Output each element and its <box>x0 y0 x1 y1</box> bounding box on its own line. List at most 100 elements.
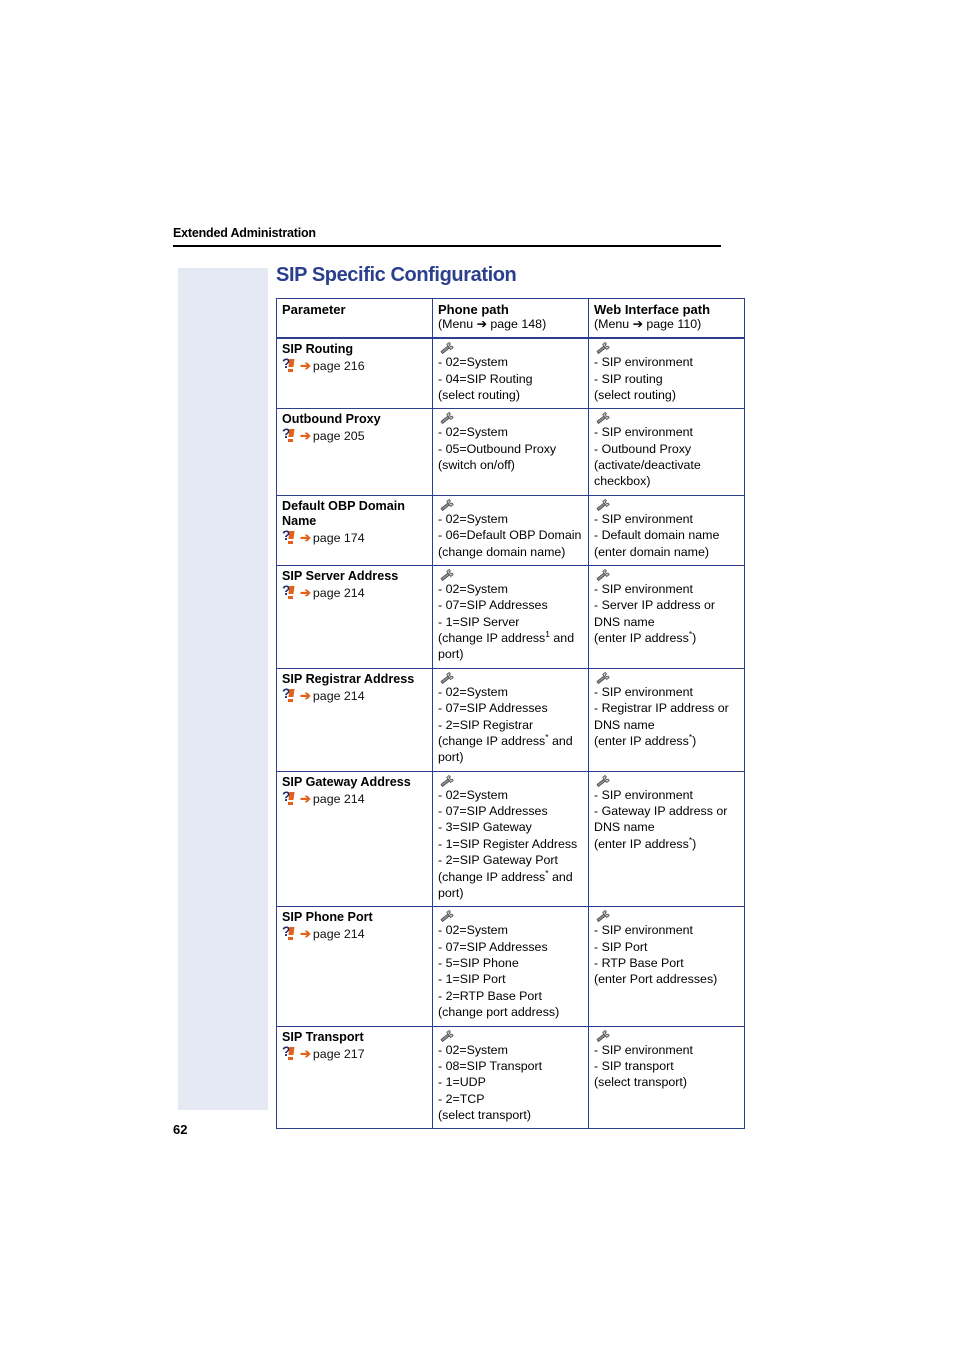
column-header-web-path-label: Web Interface path <box>594 302 711 317</box>
column-header-parameter-label: Parameter <box>282 302 346 317</box>
page-reference-label: page 214 <box>312 791 365 806</box>
arrow-icon: ➔ <box>300 790 311 806</box>
path-step: - Server IP address or DNS name <box>594 598 715 629</box>
page-reference[interactable]: ? ➔ page 214 <box>282 789 427 808</box>
path-step: - Gateway IP address or DNS name <box>594 804 728 835</box>
path-step: - SIP transport <box>594 1058 674 1073</box>
page-number: 62 <box>173 1122 188 1137</box>
parameter-cell: SIP Gateway Address? ➔ page 214 <box>276 770 433 908</box>
page-reference-label: page 214 <box>312 927 365 942</box>
page-reference[interactable]: ? ➔ page 214 <box>282 924 427 943</box>
table-row: SIP Registrar Address? ➔ page 214 - 02=Sys… <box>276 667 745 772</box>
web-path-cell: - SIP environment - Default domain name (e… <box>588 494 745 566</box>
path-step: (activate/deactivate checkbox) <box>594 458 701 489</box>
parameter-name: Outbound Proxy <box>282 412 381 427</box>
arrow-icon: ➔ <box>300 926 311 942</box>
parameter-cell: SIP Server Address? ➔ page 214 <box>276 564 433 669</box>
path-step: - 06=Default OBP Domain <box>438 528 582 543</box>
parameter-name: SIP Routing <box>282 342 354 357</box>
column-header-web-path: Web Interface path (Menu ➔ page 110) <box>588 298 745 340</box>
path-step: - 2=SIP Registrar <box>438 717 534 732</box>
help-reference-icon: ? <box>282 924 297 941</box>
path-step: (switch on/off) <box>438 458 515 473</box>
path-step: - SIP Port <box>594 939 648 954</box>
path-step: - 07=SIP Addresses <box>438 939 548 954</box>
page-reference[interactable]: ? ➔ page 205 <box>282 426 427 445</box>
page-reference[interactable]: ? ➔ page 216 <box>282 356 427 375</box>
page-title: SIP Specific Configuration <box>276 264 517 286</box>
help-reference-icon: ? <box>282 528 297 545</box>
parameter-cell: Outbound Proxy? ➔ page 205 <box>276 408 433 496</box>
path-step: - SIP environment <box>594 923 693 938</box>
path-step: - 02=System <box>438 1042 508 1057</box>
path-step: - 3=SIP Gateway <box>438 820 532 835</box>
path-step: (enter IP address*) <box>594 731 697 748</box>
web-path-cell: - SIP environment - Registrar IP address … <box>588 667 745 772</box>
path-step: (enter IP address*) <box>594 628 697 646</box>
sip-configuration-table: Parameter Phone path (Menu ➔ page 148) W… <box>276 298 745 1130</box>
path-step: - SIP routing <box>594 371 663 386</box>
phone-path-cell: - 02=System - 04=SIP Routing (select routi… <box>432 337 589 410</box>
arrow-icon: ➔ <box>300 687 311 703</box>
parameter-cell: SIP Phone Port? ➔ page 214 <box>276 906 433 1027</box>
path-step: - 2=RTP Base Port <box>438 988 542 1003</box>
page-reference-label: page 214 <box>312 688 365 703</box>
phone-path-cell: - 02=System - 07=SIP Addresses - 3=SIP Gat… <box>432 770 589 908</box>
path-step: (select transport) <box>438 1108 531 1123</box>
path-step: - Outbound Proxy <box>594 441 692 456</box>
page-reference[interactable]: ? ➔ page 217 <box>282 1044 427 1063</box>
path-step: (select routing) <box>594 387 676 402</box>
table-row: SIP Phone Port? ➔ page 214 - 02=System - 07… <box>276 906 745 1027</box>
path-step: (change port address) <box>438 1005 560 1020</box>
path-step: - 02=System <box>438 355 508 370</box>
path-step: - 1=SIP Register Address <box>438 836 578 851</box>
parameter-cell: SIP Transport? ➔ page 217 <box>276 1025 433 1130</box>
running-head: Extended Administration <box>173 226 316 240</box>
parameter-name: SIP Transport <box>282 1029 364 1044</box>
arrow-icon: ➔ <box>300 585 311 601</box>
path-step: - SIP environment <box>594 425 693 440</box>
page-reference-label: page 205 <box>312 429 365 444</box>
column-header-web-path-sub: (Menu ➔ page 110) <box>594 317 702 332</box>
phone-path-cell: - 02=System - 05=Outbound Proxy (switch on… <box>432 408 589 496</box>
table-row: SIP Transport? ➔ page 217 - 02=System - 08=… <box>276 1025 745 1130</box>
help-reference-icon: ? <box>282 583 297 600</box>
path-step: - SIP environment <box>594 787 693 802</box>
running-head-rule <box>173 245 721 247</box>
path-step: - RTP Base Port <box>594 956 684 971</box>
page-reference-label: page 217 <box>312 1046 365 1061</box>
table-row: SIP Routing? ➔ page 216 - 02=System - 04=SI… <box>276 337 745 410</box>
web-path-cell: - SIP environment - SIP Port - RTP Base Po… <box>588 906 745 1027</box>
path-step: - SIP environment <box>594 511 693 526</box>
page-reference[interactable]: ? ➔ page 214 <box>282 583 427 602</box>
page-reference[interactable]: ? ➔ page 214 <box>282 686 427 705</box>
phone-path-cell: - 02=System - 08=SIP Transport - 1=UDP - 2=… <box>432 1025 589 1130</box>
arrow-icon: ➔ <box>300 428 311 444</box>
path-step: - 1=SIP Port <box>438 972 506 987</box>
table-row: Outbound Proxy? ➔ page 205 - 02=System - 05… <box>276 408 745 496</box>
path-step: - 07=SIP Addresses <box>438 701 548 716</box>
sidebar-color-band <box>178 268 268 1110</box>
column-header-phone-path-sub: (Menu ➔ page 148) <box>438 317 547 332</box>
web-path-cell: - SIP environment - SIP transport (select … <box>588 1025 745 1130</box>
path-step: - 08=SIP Transport <box>438 1058 543 1073</box>
arrow-icon: ➔ <box>300 1045 311 1061</box>
path-step: - SIP environment <box>594 355 693 370</box>
phone-path-cell: - 02=System - 07=SIP Addresses - 1=SIP Ser… <box>432 564 589 669</box>
phone-path-cell: - 02=System - 06=Default OBP Domain (chang… <box>432 494 589 566</box>
parameter-name: SIP Phone Port <box>282 910 373 925</box>
page-reference[interactable]: ? ➔ page 174 <box>282 528 427 547</box>
path-step: (change domain name) <box>438 544 566 559</box>
path-step: - SIP environment <box>594 581 693 596</box>
path-step: (enter Port addresses) <box>594 972 718 987</box>
help-reference-icon: ? <box>282 686 297 702</box>
path-step: (enter IP address*) <box>594 834 697 851</box>
path-step: - Default domain name <box>594 528 720 543</box>
path-step: - 02=System <box>438 581 508 596</box>
path-step: (change IP address1 and port) <box>438 628 575 662</box>
path-step: - 02=System <box>438 787 508 802</box>
path-step: - 02=System <box>438 511 508 526</box>
table-body: SIP Routing? ➔ page 216 - 02=System - 04=SI… <box>276 337 745 1130</box>
column-header-phone-path-label: Phone path <box>438 302 509 317</box>
page-reference-label: page 216 <box>312 359 365 374</box>
